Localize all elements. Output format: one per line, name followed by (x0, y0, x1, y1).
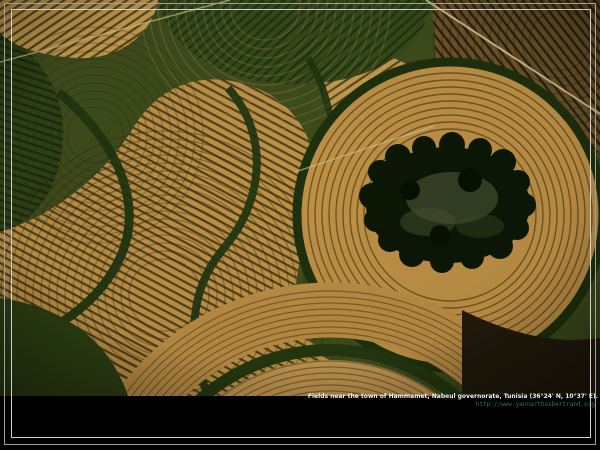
caption-title: Fields near the town of Hammamet, Nabeul… (308, 393, 598, 401)
desktop-wallpaper: { "photo": { "description": "Aerial phot… (0, 0, 600, 450)
caption: Fields near the town of Hammamet, Nabeul… (308, 393, 598, 408)
aerial-photo (0, 0, 600, 396)
aerial-photo-illustration (0, 0, 600, 396)
vignette (0, 0, 600, 396)
caption-url: http://www.yannarthusbertrand.org (308, 401, 598, 408)
